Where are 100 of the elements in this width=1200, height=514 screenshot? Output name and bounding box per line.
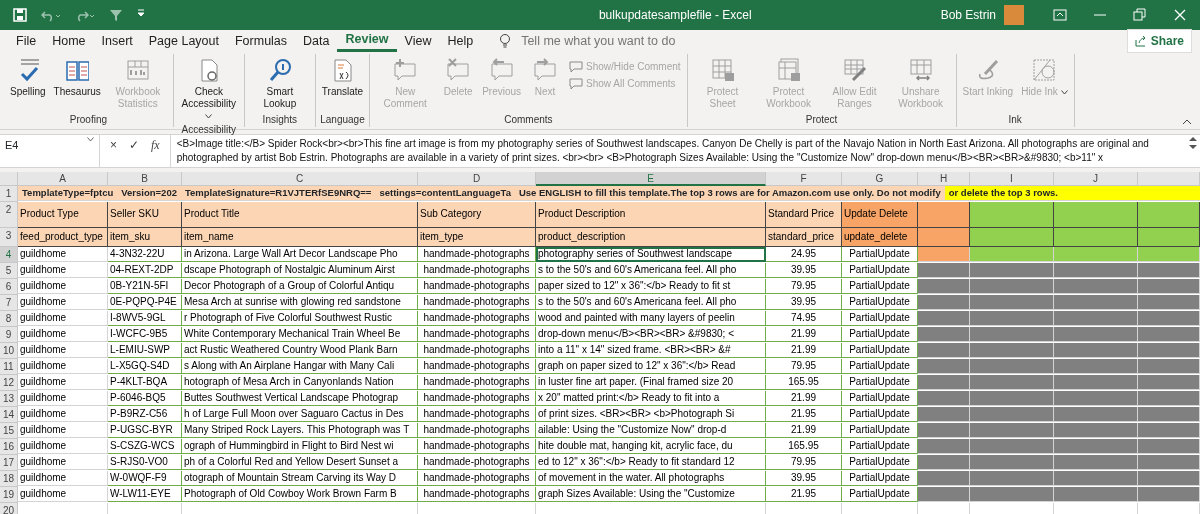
row-header[interactable]: 14 xyxy=(0,407,18,423)
row-header[interactable]: 19 xyxy=(0,487,18,503)
cell-text: 39.95 xyxy=(766,295,842,310)
cell-text: graph Sizes Available: Using the "Customize xyxy=(536,487,766,502)
dropdown-caret-icon[interactable] xyxy=(87,137,94,142)
formula-text[interactable]: <B>Image title:</B> Spider Rock<br><br>This fine art image is from my photography series of Southwest landscapes. Canyon De Chelly is part of the Navajo Nation in North East Arizona. All photographs are original and photographed by artist Bob Estrin. Photographs are available in a variety of print sizes. <br><br> <B>Photograph Sizes Available: Using the "Customize Now" drop-down menu</B><BR><BR>&#9830; <b>11" x xyxy=(170,135,1188,167)
cell-text: Version=202 xyxy=(117,186,181,200)
cell-text: P-6046-BQ5 xyxy=(108,391,182,406)
scroll-down-icon[interactable] xyxy=(1188,143,1198,151)
row-header[interactable]: 15 xyxy=(0,423,18,439)
column-header[interactable]: A xyxy=(18,172,108,186)
user-name: Bob Estrin xyxy=(940,7,996,24)
column-header[interactable]: C xyxy=(182,172,418,186)
cell-text: photography series of Southwest landscape xyxy=(536,247,766,262)
ribbon-button[interactable]: Spelling xyxy=(8,58,48,98)
share-button[interactable]: Share xyxy=(1126,29,1192,53)
cell-text: guildhome xyxy=(18,375,108,390)
cell-text: guildhome xyxy=(18,471,108,486)
cell-text: Photograph of Old Cowboy Work Brown Farm B xyxy=(182,487,418,502)
column-header[interactable]: H xyxy=(918,172,970,186)
menu-tab[interactable]: Home xyxy=(44,30,94,52)
menu-tab[interactable]: Page Layout xyxy=(140,30,227,52)
row-header[interactable]: 5 xyxy=(0,263,18,279)
cell-text: guildhome xyxy=(18,359,108,374)
cell-text: Update Delete xyxy=(842,202,918,228)
grid-arrows-icon xyxy=(908,58,933,82)
row-header[interactable]: 6 xyxy=(0,279,18,295)
cell-text: 39.95 xyxy=(766,471,842,486)
column-header[interactable]: B xyxy=(108,172,182,186)
column-header[interactable]: G xyxy=(842,172,918,186)
filter-icon[interactable] xyxy=(109,8,123,22)
ribbon-button[interactable]: Check Accessibility xyxy=(177,58,240,122)
cell-text: s Along with An Airplane Hangar with Many Cali xyxy=(182,359,418,374)
cell-text: 39.95 xyxy=(766,263,842,278)
menu-tab[interactable]: Insert xyxy=(93,30,141,52)
row-header[interactable]: 18 xyxy=(0,471,18,487)
menu-tab[interactable]: Help xyxy=(439,30,482,52)
row-header[interactable]: 4 xyxy=(0,247,18,263)
ribbon-button[interactable]: Smart Lookup xyxy=(248,58,311,110)
column-header[interactable]: D xyxy=(418,172,536,186)
cell-text: S-RJS0-VO0 xyxy=(108,455,182,470)
cell-text: P-UGSC-BYR xyxy=(108,423,182,438)
ribbon-display-icon[interactable] xyxy=(1053,8,1067,22)
menu-tab[interactable]: View xyxy=(396,30,440,52)
cell-text: Use ENGLISH to fill this template.The top 3 rows are for Amazon.com use only. Do not modify xyxy=(514,186,945,200)
cell-text: handmade-photographs xyxy=(418,439,536,454)
cell-text: handmade-photographs xyxy=(418,311,536,326)
enter-button[interactable]: ✓ xyxy=(123,135,145,155)
close-icon[interactable] xyxy=(1173,8,1187,22)
row-header[interactable]: 10 xyxy=(0,343,18,359)
column-header[interactable]: J xyxy=(1054,172,1138,186)
ribbon-button[interactable]: Thesaurus xyxy=(51,58,103,98)
save-icon[interactable] xyxy=(13,8,27,22)
cell-text: TemplateSignature=R1VJTERfSE9NRQ== xyxy=(180,186,376,200)
row-header[interactable]: 12 xyxy=(0,375,18,391)
row-header[interactable]: 9 xyxy=(0,327,18,343)
tell-me-field[interactable]: Tell me what you want to do xyxy=(519,30,750,52)
cell-text: item_type xyxy=(418,228,536,247)
menu-tab[interactable]: File xyxy=(8,30,45,52)
menu-tab[interactable]: Review xyxy=(337,30,397,52)
cell-text: hite double mat, hanging kit, acrylic face, du xyxy=(536,439,766,454)
cell-text: ed to 12" x 36":</b> Ready to fit standard 12 xyxy=(536,455,766,470)
row-header[interactable]: 8 xyxy=(0,311,18,327)
row-header[interactable]: 16 xyxy=(0,439,18,455)
column-header[interactable]: F xyxy=(766,172,842,186)
row-header[interactable]: 11 xyxy=(0,359,18,375)
row-header[interactable]: 1 xyxy=(0,186,18,202)
row-header[interactable]: 7 xyxy=(0,295,18,311)
cell-reference: E4 xyxy=(5,138,19,153)
cell-text: 21.99 xyxy=(766,423,842,438)
cell-text: ph of a Colorful Red and Yellow Desert Sunset a xyxy=(182,455,418,470)
menu-tab[interactable]: Formulas xyxy=(226,30,296,52)
scroll-up-icon[interactable] xyxy=(1188,135,1198,143)
ribbon-button[interactable]: Translate xyxy=(319,58,366,98)
cell-text: 21.99 xyxy=(766,343,842,358)
group-label: Language xyxy=(319,113,366,127)
cell-text: 165.95 xyxy=(766,375,842,390)
row-header[interactable]: 2 xyxy=(0,202,18,228)
cell-text: guildhome xyxy=(18,439,108,454)
comment-icon xyxy=(569,60,584,73)
row-header[interactable]: 3 xyxy=(0,228,18,247)
cell-text: guildhome xyxy=(18,487,108,502)
cell-text: Mesa Arch at sunrise with glowing red sandstone xyxy=(182,295,418,310)
insert-function-button[interactable]: fx xyxy=(145,135,166,155)
cell-text: update_delete xyxy=(842,228,918,247)
undo-icon[interactable] xyxy=(41,8,61,22)
cell-text: 79.95 xyxy=(766,455,842,470)
row-header[interactable]: 13 xyxy=(0,391,18,407)
cancel-button[interactable]: × xyxy=(104,135,123,155)
menu-tab[interactable]: Data xyxy=(295,30,338,52)
restore-icon[interactable] xyxy=(1133,8,1147,22)
redo-icon[interactable] xyxy=(75,8,95,22)
cell-text: Sub Category xyxy=(418,202,536,228)
row-header[interactable]: 17 xyxy=(0,455,18,471)
collapse-ribbon-icon[interactable] xyxy=(1182,119,1192,125)
cell-text: guildhome xyxy=(18,327,108,342)
column-header[interactable]: I xyxy=(970,172,1054,186)
row-header[interactable]: 20 xyxy=(0,503,18,514)
column-header[interactable]: E xyxy=(536,172,766,186)
cell-text: act Rustic Weathered Country Wood Plank Barn xyxy=(182,343,418,358)
